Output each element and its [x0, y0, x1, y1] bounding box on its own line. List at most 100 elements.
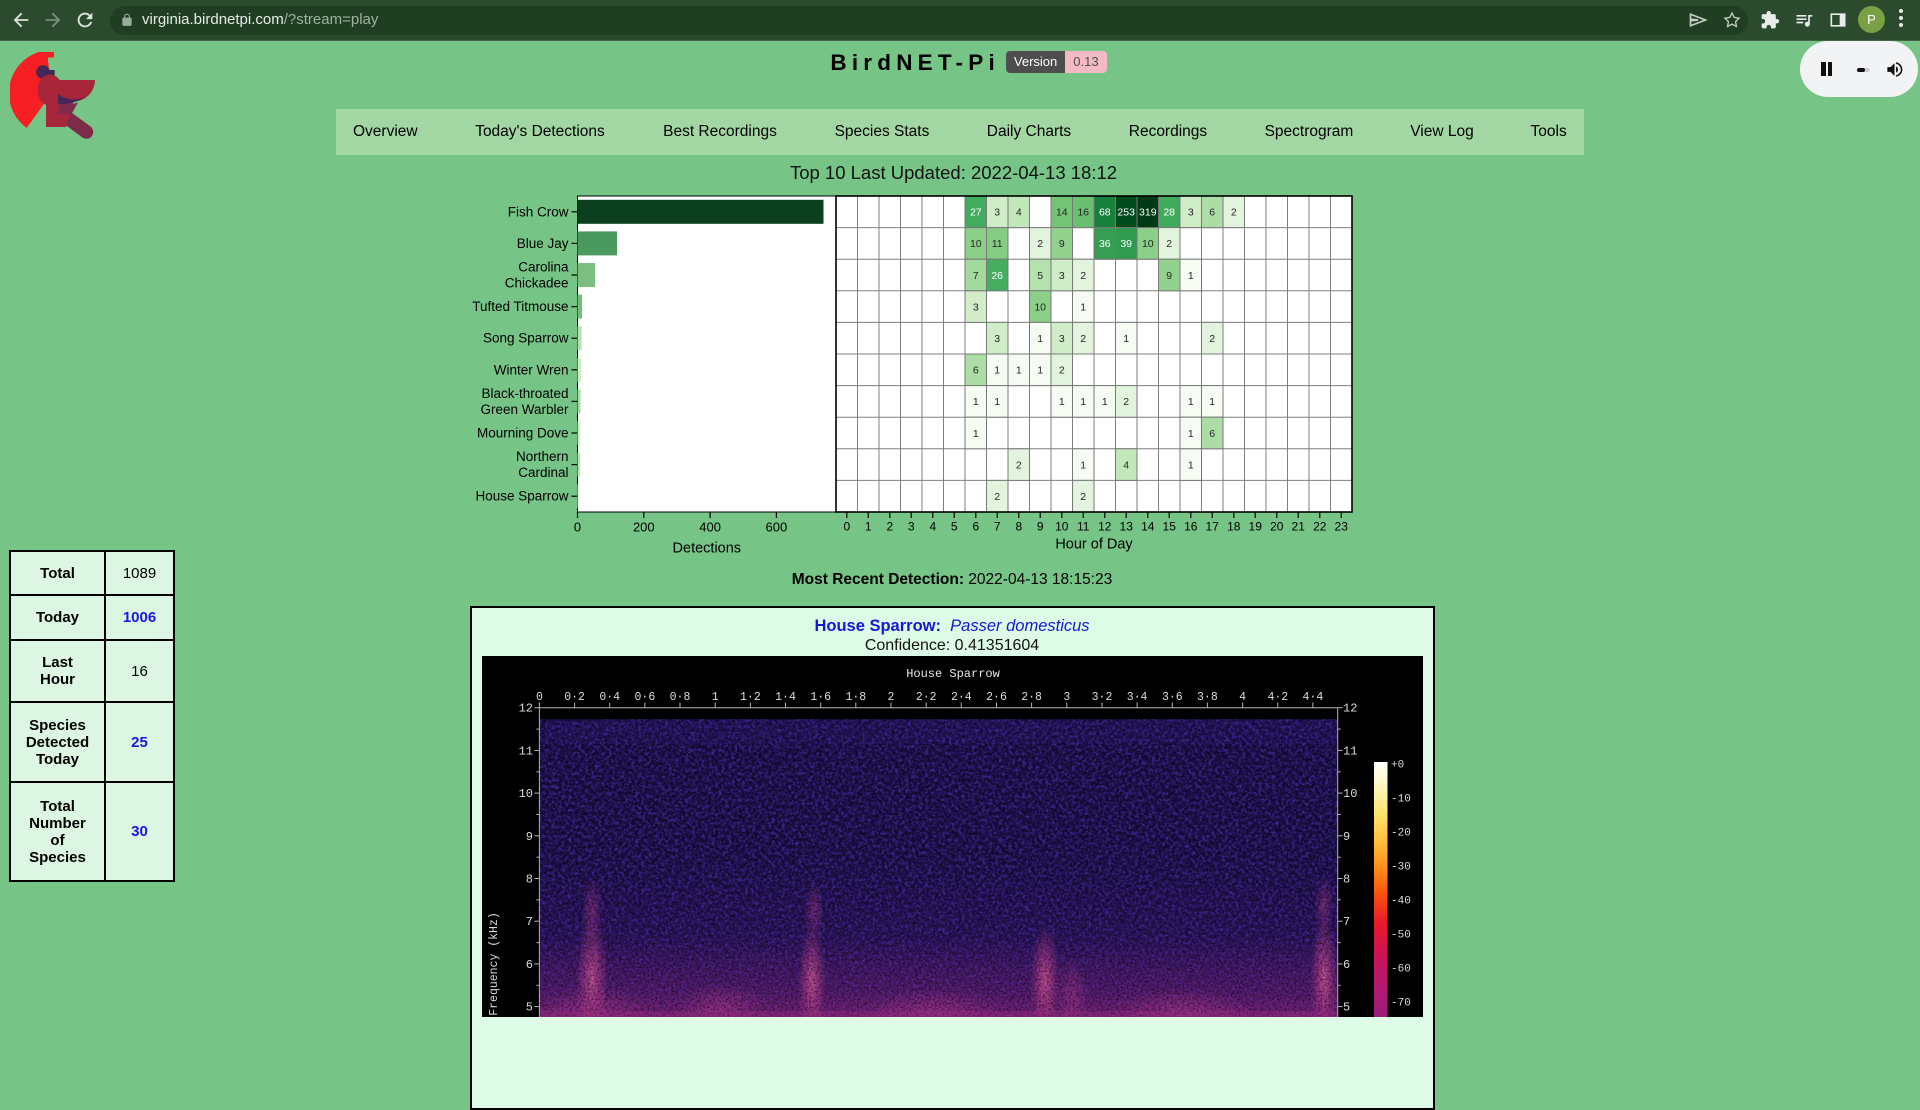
svg-text:14: 14: [1056, 207, 1068, 219]
svg-text:Carolina: Carolina: [518, 260, 569, 275]
svg-text:1: 1: [994, 396, 1000, 408]
svg-text:0: 0: [843, 520, 850, 534]
svg-text:1: 1: [1209, 396, 1215, 408]
svg-text:Blue Jay: Blue Jay: [517, 236, 569, 251]
svg-text:21: 21: [1292, 520, 1306, 534]
svg-text:6: 6: [1343, 958, 1350, 972]
svg-text:7: 7: [526, 915, 533, 929]
svg-text:4: 4: [929, 520, 936, 534]
svg-text:-40: -40: [1391, 896, 1411, 908]
svg-text:9: 9: [526, 830, 533, 844]
svg-text:16: 16: [1077, 207, 1089, 219]
svg-text:2: 2: [1059, 365, 1065, 377]
svg-text:House Sparrow: House Sparrow: [475, 489, 568, 504]
svg-text:2: 2: [1080, 270, 1086, 282]
svg-text:22: 22: [1313, 520, 1327, 534]
svg-text:1·8: 1·8: [845, 691, 866, 704]
svg-text:5: 5: [1037, 270, 1043, 282]
svg-text:9: 9: [1059, 238, 1065, 250]
svg-text:+0: +0: [1391, 759, 1404, 771]
svg-text:1·6: 1·6: [810, 691, 831, 704]
svg-text:1: 1: [1188, 396, 1194, 408]
svg-text:10: 10: [519, 787, 533, 801]
svg-text:10: 10: [1142, 238, 1154, 250]
svg-text:27: 27: [970, 207, 982, 219]
svg-text:9: 9: [1037, 520, 1044, 534]
svg-text:9: 9: [1166, 270, 1172, 282]
svg-text:8: 8: [526, 873, 533, 887]
svg-text:2: 2: [1037, 238, 1043, 250]
svg-text:1·2: 1·2: [740, 691, 761, 704]
svg-text:7: 7: [994, 520, 1001, 534]
svg-text:1: 1: [1188, 270, 1194, 282]
svg-text:3: 3: [994, 207, 1000, 219]
svg-text:4·2: 4·2: [1267, 691, 1288, 704]
svg-text:11: 11: [1343, 744, 1357, 758]
svg-text:600: 600: [766, 520, 788, 535]
svg-text:0: 0: [574, 520, 581, 535]
svg-text:12: 12: [1098, 520, 1112, 534]
svg-text:400: 400: [699, 520, 721, 535]
svg-text:2: 2: [1123, 396, 1129, 408]
svg-text:23: 23: [1335, 520, 1349, 534]
svg-text:Cardinal: Cardinal: [518, 465, 568, 480]
svg-text:18: 18: [1227, 520, 1241, 534]
svg-text:3: 3: [973, 301, 979, 313]
svg-text:1: 1: [1123, 333, 1129, 345]
svg-text:6: 6: [526, 958, 533, 972]
svg-text:7: 7: [1343, 915, 1350, 929]
svg-text:4: 4: [1016, 207, 1022, 219]
svg-text:5: 5: [526, 1001, 533, 1015]
svg-text:15: 15: [1163, 520, 1177, 534]
svg-text:Winter Wren: Winter Wren: [494, 362, 569, 377]
svg-text:1: 1: [1080, 459, 1086, 471]
svg-text:1: 1: [994, 365, 1000, 377]
svg-text:3: 3: [908, 520, 915, 534]
svg-text:0: 0: [536, 691, 543, 704]
svg-text:12: 12: [519, 702, 533, 716]
svg-text:-60: -60: [1391, 964, 1411, 976]
svg-text:1: 1: [1016, 365, 1022, 377]
svg-text:Song Sparrow: Song Sparrow: [483, 331, 569, 346]
svg-text:3: 3: [1188, 207, 1194, 219]
svg-text:4: 4: [1239, 691, 1246, 704]
svg-text:253: 253: [1117, 207, 1135, 219]
svg-text:2·2: 2·2: [916, 691, 937, 704]
svg-text:-30: -30: [1391, 861, 1411, 873]
svg-text:2: 2: [1166, 238, 1172, 250]
svg-text:39: 39: [1120, 238, 1132, 250]
svg-text:1: 1: [1080, 396, 1086, 408]
svg-text:200: 200: [633, 520, 655, 535]
svg-text:7: 7: [973, 270, 979, 282]
svg-text:2: 2: [886, 520, 893, 534]
svg-text:68: 68: [1099, 207, 1111, 219]
svg-text:11: 11: [519, 744, 533, 758]
svg-text:3·6: 3·6: [1162, 691, 1183, 704]
svg-text:1·4: 1·4: [775, 691, 796, 704]
svg-text:10: 10: [1055, 520, 1069, 534]
svg-text:3: 3: [1063, 691, 1070, 704]
svg-text:1: 1: [1059, 396, 1065, 408]
svg-text:0·6: 0·6: [635, 691, 656, 704]
svg-text:1: 1: [865, 520, 872, 534]
svg-text:Northern: Northern: [516, 449, 569, 464]
svg-text:28: 28: [1163, 207, 1175, 219]
svg-text:1: 1: [1037, 333, 1043, 345]
svg-text:2·8: 2·8: [1021, 691, 1042, 704]
svg-text:10: 10: [970, 238, 982, 250]
svg-text:3: 3: [1059, 270, 1065, 282]
svg-text:4·4: 4·4: [1303, 691, 1324, 704]
svg-text:3·8: 3·8: [1197, 691, 1218, 704]
svg-text:-50: -50: [1391, 930, 1411, 942]
svg-text:Green Warbler: Green Warbler: [480, 402, 569, 417]
svg-text:2·6: 2·6: [986, 691, 1007, 704]
svg-text:5: 5: [951, 520, 958, 534]
svg-text:6: 6: [973, 365, 979, 377]
svg-text:319: 319: [1139, 207, 1157, 219]
svg-text:0·8: 0·8: [670, 691, 691, 704]
svg-text:14: 14: [1141, 520, 1155, 534]
svg-text:-70: -70: [1391, 998, 1411, 1010]
svg-text:1: 1: [1102, 396, 1108, 408]
svg-text:Black-throated: Black-throated: [481, 386, 568, 401]
svg-text:2: 2: [1016, 459, 1022, 471]
